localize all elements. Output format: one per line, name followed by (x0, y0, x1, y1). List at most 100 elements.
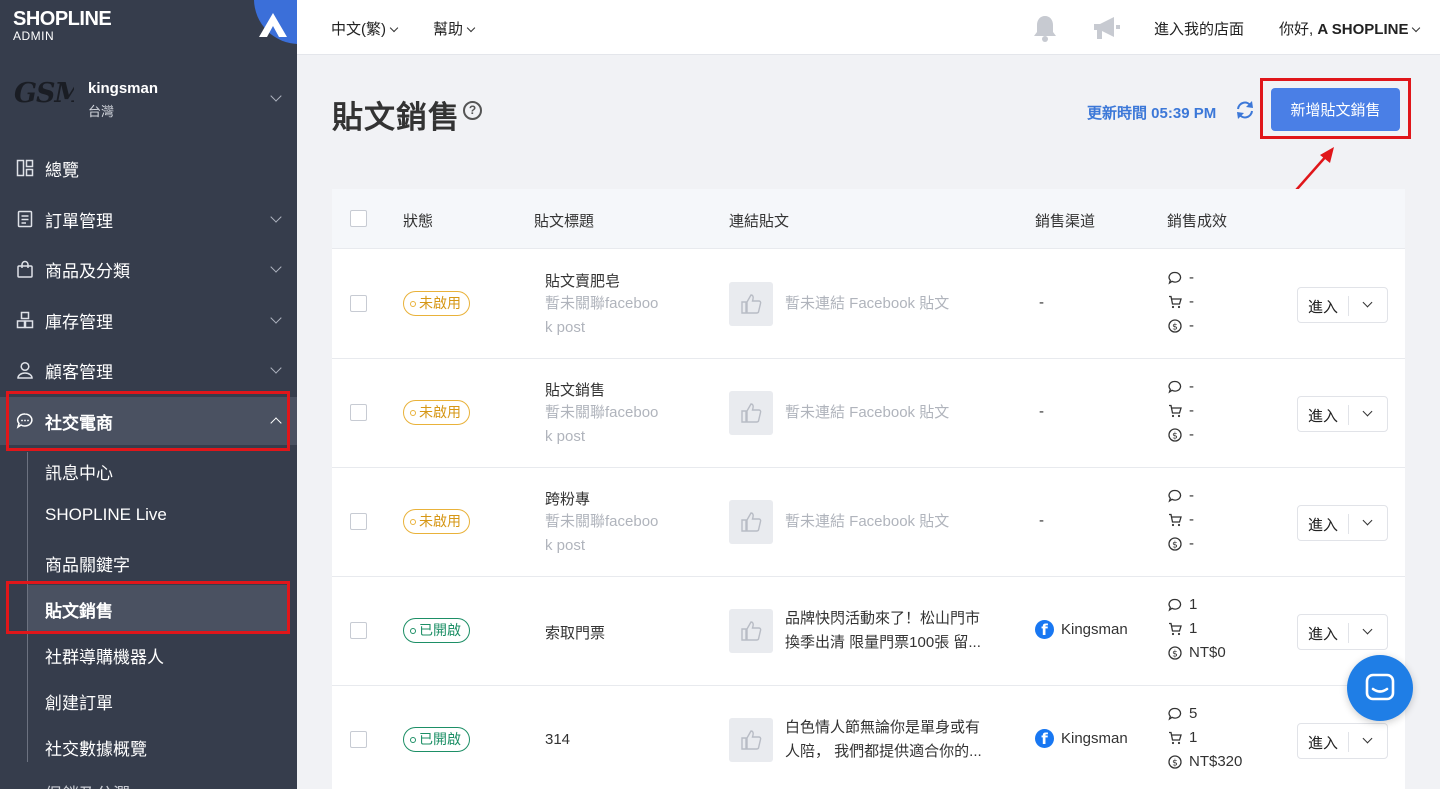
chevron-down-icon (389, 23, 399, 33)
enter-label: 進入 (1308, 735, 1339, 752)
comment-icon (1168, 271, 1182, 285)
language-label: 中文(繁) (331, 21, 386, 38)
post-text-line: 人陪， 我們都提供適合你的... (785, 743, 982, 760)
nav-item-inventory[interactable]: 庫存管理 (0, 298, 297, 342)
chevron-down-icon (466, 23, 476, 33)
nav-item-customers[interactable]: 顧客管理 (0, 348, 297, 392)
enter-button[interactable]: 進入 (1297, 505, 1388, 541)
help-circle-icon[interactable]: ? (463, 101, 482, 120)
sub-nav-social-bot[interactable]: 社群導購機器人 (45, 643, 164, 668)
dollar-circle-icon: $ (1168, 427, 1182, 442)
stat-value: - (1189, 402, 1194, 419)
shopline-logo[interactable]: SHOPLINE ADMIN (13, 9, 112, 42)
sub-nav-post-sales[interactable]: 貼文銷售 (45, 597, 113, 622)
row-checkbox[interactable] (350, 404, 367, 421)
bell-icon[interactable] (1032, 14, 1058, 42)
post-text-line: 暫未連結 Facebook 貼文 (785, 404, 950, 421)
row-checkbox[interactable] (350, 622, 367, 639)
post-thumbnail (729, 718, 773, 762)
chevron-down-icon[interactable] (1362, 733, 1373, 744)
nav-item-social-commerce[interactable]: 社交電商 (0, 397, 297, 445)
comment-icon (1168, 598, 1182, 612)
user-icon (17, 361, 33, 379)
chevron-down-icon[interactable] (1362, 515, 1373, 526)
stat-value: NT$0 (1189, 644, 1226, 661)
chat-launcher-button[interactable] (1347, 655, 1413, 721)
status-label: 未啟用 (419, 295, 461, 311)
chevron-down-icon[interactable] (1362, 406, 1373, 417)
thumbs-up-icon (741, 403, 762, 423)
store-switcher[interactable]: GSM kingsman 台灣 (0, 68, 297, 130)
select-all-checkbox[interactable] (350, 210, 367, 227)
new-post-sale-button[interactable]: 新增貼文銷售 (1271, 88, 1400, 131)
enter-button[interactable]: 進入 (1297, 287, 1388, 323)
enter-button[interactable]: 進入 (1297, 723, 1388, 759)
chevron-down-icon[interactable] (1362, 297, 1373, 308)
row-checkbox[interactable] (350, 731, 367, 748)
stat-revenue: $ NT$320 (1168, 753, 1242, 770)
sub-nav-product-keywords[interactable]: 商品關鍵字 (45, 551, 130, 576)
status-dot (410, 737, 416, 743)
enter-button[interactable]: 進入 (1297, 614, 1388, 650)
sub-nav-create-order[interactable]: 創建訂單 (45, 689, 113, 714)
post-text: 品牌快閃活動來了！松山門市 換季出清 限量門票100張 留... (785, 607, 995, 655)
stat-value: 1 (1189, 596, 1198, 613)
nav-item-overview[interactable]: 總覽 (0, 146, 297, 190)
sub-nav-message-center[interactable]: 訊息中心 (45, 459, 113, 484)
stat-revenue: $ - (1168, 317, 1194, 334)
nav-label: 商品及分類 (45, 261, 130, 281)
stat-value: - (1189, 269, 1194, 286)
svg-text:$: $ (1172, 540, 1178, 550)
post-title: 貼文銷售 (545, 382, 606, 399)
stat-value: - (1189, 511, 1194, 528)
status-label: 已開啟 (419, 731, 461, 747)
greeting-label: 你好, (1279, 21, 1318, 38)
nav-item-products[interactable]: 商品及分類 (0, 247, 297, 291)
enter-button[interactable]: 進入 (1297, 396, 1388, 432)
cart-icon (1169, 731, 1182, 744)
store-logo: GSM (14, 78, 74, 109)
post-sales-table: 狀態 貼文標題 連結貼文 銷售渠道 銷售成效 未啟用 貼文賣肥皂 暫未關聯fac… (332, 189, 1405, 789)
help-label: 幫助 (433, 21, 464, 38)
megaphone-icon[interactable] (1092, 15, 1122, 41)
status-label: 未啟用 (419, 513, 461, 529)
nav-item-promotions[interactable]: 促銷及分潤 (45, 780, 130, 789)
channel-name: - (1039, 512, 1044, 529)
nav-item-orders[interactable]: 訂單管理 (0, 197, 297, 241)
header-status: 狀態 (403, 213, 434, 230)
refresh-icon[interactable] (1235, 100, 1255, 120)
post-subtitle: 暫未關聯facebook post (545, 295, 659, 336)
header-linked-post: 連結貼文 (729, 213, 790, 230)
channel-name: Kingsman (1061, 621, 1128, 638)
inventory-icon (16, 311, 34, 329)
sales-channel: - (1039, 294, 1044, 311)
post-thumbnail (729, 282, 773, 326)
dollar-circle-icon: $ (1168, 645, 1182, 660)
app-badge (254, 0, 297, 44)
post-title: 索取門票 (545, 625, 606, 642)
user-menu[interactable]: 你好, A SHOPLINE (1279, 18, 1421, 39)
table-header: 狀態 貼文標題 連結貼文 銷售渠道 銷售成效 (332, 189, 1405, 249)
dollar-circle-icon: $ (1168, 536, 1182, 551)
order-icon (17, 210, 33, 228)
language-dropdown[interactable]: 中文(繁) (331, 18, 399, 39)
header-performance: 銷售成效 (1167, 213, 1228, 230)
chevron-down-icon[interactable] (1362, 624, 1373, 635)
svg-text:$: $ (1172, 758, 1178, 768)
table-row: 已開啟 索取門票 品牌快閃活動來了！松山門市 換季出清 限量門票100張 留...… (332, 577, 1405, 686)
sub-nav-social-analytics[interactable]: 社交數據概覽 (45, 735, 147, 760)
post-text-line: 換季出清 限量門票100張 留... (785, 634, 981, 651)
stat-value: 5 (1189, 705, 1198, 722)
post-title: 跨粉專 (545, 491, 591, 508)
sub-nav-shopline-live[interactable]: SHOPLINE Live (45, 505, 167, 525)
enter-store-link[interactable]: 進入我的店面 (1154, 18, 1244, 39)
stat-value: - (1189, 535, 1194, 552)
stat-orders: 1 (1168, 620, 1197, 637)
store-name: kingsman (88, 80, 159, 97)
stat-revenue: $ - (1168, 426, 1194, 443)
help-dropdown[interactable]: 幫助 (433, 18, 476, 39)
nav-label: 顧客管理 (45, 362, 113, 382)
user-name: A SHOPLINE (1317, 21, 1409, 38)
row-checkbox[interactable] (350, 295, 367, 312)
row-checkbox[interactable] (350, 513, 367, 530)
